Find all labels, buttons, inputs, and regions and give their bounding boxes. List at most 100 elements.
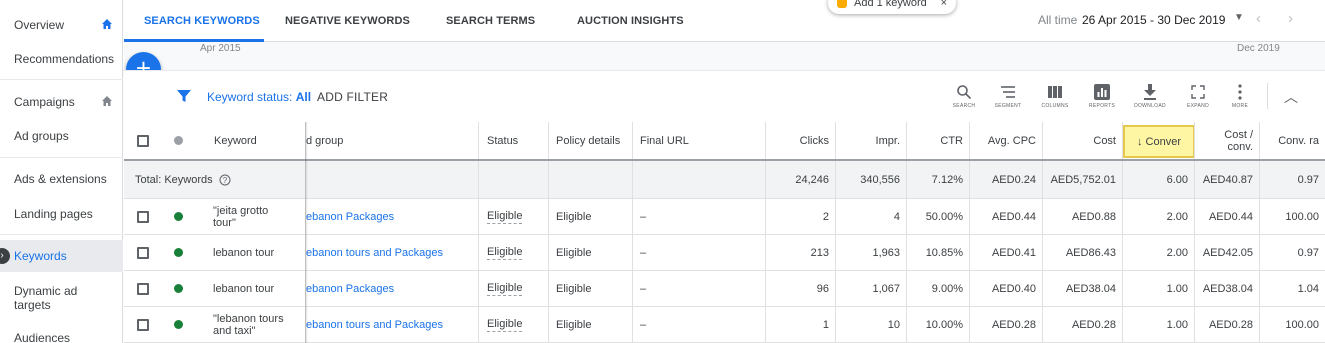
- tab-search-keywords[interactable]: SEARCH KEYWORDS: [144, 15, 260, 27]
- chevron-left-icon[interactable]: ‹: [1256, 10, 1261, 27]
- status-text[interactable]: Eligible: [487, 282, 523, 296]
- row-select-cell: [124, 235, 161, 270]
- header-keyword[interactable]: Keyword: [195, 122, 306, 159]
- policy-text: Eligible: [556, 246, 592, 259]
- sidebar-item-keywords[interactable]: Keywords: [0, 240, 123, 272]
- columns-icon: [1048, 86, 1062, 98]
- policy-cell: Eligible: [549, 307, 633, 342]
- sidebar-item-label: Landing pages: [14, 207, 93, 221]
- header-status[interactable]: Status: [479, 122, 549, 159]
- sidebar-item-landing-pages[interactable]: Landing pages: [0, 207, 123, 221]
- segment-tool[interactable]: SEGMENT: [988, 81, 1028, 109]
- ad-group-cell: ebanon Packages: [306, 271, 479, 306]
- row-select-cell: [124, 199, 161, 234]
- download-tool[interactable]: DOWNLOAD: [1130, 81, 1170, 109]
- row-checkbox[interactable]: [136, 318, 149, 331]
- add-keyword-tip[interactable]: Add 1 keyword ×: [828, 0, 956, 14]
- final-url-cell: –: [633, 271, 766, 306]
- date-range-value[interactable]: 26 Apr 2015 - 30 Dec 2019: [1082, 13, 1225, 27]
- tab-negative-keywords[interactable]: NEGATIVE KEYWORDS: [285, 15, 410, 27]
- keyword-cell[interactable]: lebanon tour: [195, 271, 306, 306]
- sidebar-item-recommendations[interactable]: Recommendations: [0, 52, 123, 66]
- avg-cpc-cell: AED0.28: [970, 307, 1043, 342]
- sidebar-item-label: Dynamic ad targets: [14, 284, 78, 312]
- keyword-cell[interactable]: lebanon tour: [195, 235, 306, 270]
- filter-status-prefix: Keyword status:: [207, 90, 296, 104]
- sidebar-item-ad-groups[interactable]: Ad groups: [0, 129, 123, 143]
- total-ad-group: [306, 161, 479, 198]
- cost-per-conv-cell: AED0.28: [1195, 307, 1260, 342]
- ad-group-link[interactable]: ebanon Packages: [306, 283, 394, 295]
- conv-rate-cell: 100.00: [1285, 210, 1319, 223]
- ad-group-link[interactable]: ebanon tours and Packages: [306, 247, 443, 259]
- date-dropdown-icon[interactable]: ▼: [1234, 12, 1244, 23]
- header-conversions-cell: ↓ Conver: [1123, 122, 1195, 159]
- cost-per-conv-cell: AED38.04: [1195, 271, 1260, 306]
- sidebar-item-label: Campaigns: [14, 95, 75, 109]
- sidebar-item-dynamic-ad-targets[interactable]: Dynamic ad targets: [0, 284, 100, 312]
- row-checkbox[interactable]: [136, 210, 149, 223]
- impr-cell: 10: [836, 307, 907, 342]
- total-avg-cpc: AED0.24: [970, 161, 1043, 198]
- header-final-url[interactable]: Final URL: [633, 122, 766, 159]
- segment-icon: [1001, 86, 1015, 98]
- expand-tool[interactable]: EXPAND: [1178, 81, 1218, 109]
- search-tool[interactable]: SEARCH: [944, 81, 984, 109]
- header-clicks[interactable]: Clicks: [766, 122, 836, 159]
- row-checkbox[interactable]: [136, 282, 149, 295]
- header-policy-details[interactable]: Policy details: [549, 122, 633, 159]
- sidebar-divider: [0, 157, 123, 158]
- row-status-dot-cell: [161, 199, 195, 234]
- row-checkbox[interactable]: [136, 246, 149, 259]
- columns-tool[interactable]: COLUMNS: [1035, 81, 1075, 109]
- lightbulb-icon: [837, 0, 847, 8]
- chevron-up-icon[interactable]: ︿: [1284, 87, 1298, 107]
- header-ad-group[interactable]: d group: [306, 122, 479, 159]
- toolbar-divider: [1267, 83, 1268, 109]
- header-conversions[interactable]: ↓ Conver: [1123, 125, 1194, 158]
- ad-group-cell: ebanon tours and Packages: [306, 235, 479, 270]
- more-tool[interactable]: MORE: [1220, 81, 1260, 109]
- final-url-text: –: [640, 318, 647, 331]
- sidebar-item-audiences[interactable]: Audiences: [0, 331, 123, 343]
- status-text[interactable]: Eligible: [487, 210, 523, 224]
- tool-label: DOWNLOAD: [1134, 103, 1166, 109]
- timeline-end: Dec 2019: [1237, 43, 1280, 54]
- sidebar-item-overview[interactable]: Overview: [0, 18, 123, 32]
- close-icon[interactable]: ×: [941, 0, 947, 14]
- enabled-status-dot-icon[interactable]: [173, 212, 183, 221]
- enabled-status-dot-icon[interactable]: [173, 248, 183, 257]
- enabled-status-dot-icon[interactable]: [173, 284, 183, 293]
- header-avg-cpc[interactable]: Avg. CPC: [970, 122, 1043, 159]
- header-conv-rate[interactable]: Conv. ra: [1260, 122, 1325, 159]
- cost-cell: AED86.43: [1043, 235, 1123, 270]
- status-text[interactable]: Eligible: [487, 318, 523, 332]
- tab-search-terms[interactable]: SEARCH TERMS: [446, 15, 535, 27]
- conversions-cell: 1.00: [1123, 271, 1195, 306]
- row-select-cell: [124, 307, 161, 342]
- ad-group-link[interactable]: ebanon tours and Packages: [306, 319, 443, 331]
- sidebar-item-campaigns[interactable]: Campaigns: [0, 95, 123, 109]
- svg-text:?: ?: [222, 176, 227, 185]
- sort-down-arrow-icon: ↓: [1137, 135, 1143, 148]
- reports-tool[interactable]: REPORTS: [1082, 81, 1122, 109]
- sidebar-item-ads-extensions[interactable]: Ads & extensions: [0, 172, 123, 186]
- row-status-dot-cell: [161, 307, 195, 342]
- ad-group-link[interactable]: ebanon Packages: [306, 211, 394, 223]
- more-vert-icon: [1238, 84, 1242, 100]
- keyword-cell[interactable]: "jeita grotto tour": [195, 199, 306, 234]
- status-text[interactable]: Eligible: [487, 246, 523, 260]
- chevron-right-icon[interactable]: ›: [1288, 10, 1293, 27]
- tab-auction-insights[interactable]: AUCTION INSIGHTS: [577, 15, 684, 27]
- add-filter-button[interactable]: ADD FILTER: [317, 90, 388, 104]
- keyword-status-filter[interactable]: Keyword status: All: [207, 90, 311, 104]
- select-all-checkbox[interactable]: [136, 134, 149, 147]
- header-ctr[interactable]: CTR: [907, 122, 970, 159]
- header-cost-per-conv[interactable]: Cost / conv.: [1195, 122, 1260, 159]
- header-impr[interactable]: Impr.: [836, 122, 907, 159]
- header-cost[interactable]: Cost: [1043, 122, 1123, 159]
- enabled-status-dot-icon[interactable]: [173, 320, 183, 329]
- keyword-cell[interactable]: "lebanon tours and taxi": [195, 307, 306, 342]
- help-icon[interactable]: ?: [219, 174, 231, 186]
- filter-icon[interactable]: [177, 89, 191, 103]
